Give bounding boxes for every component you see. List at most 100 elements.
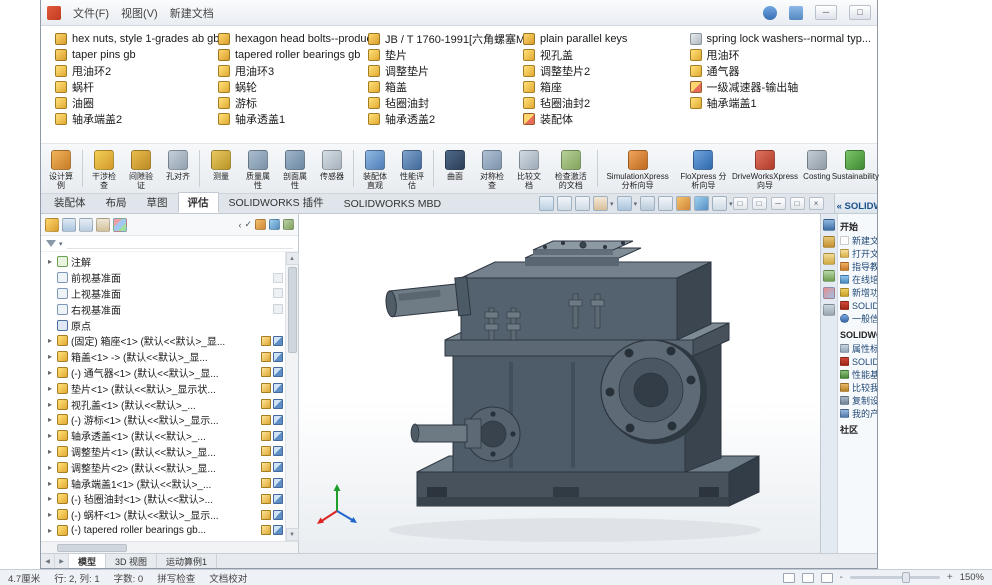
tutorials-link[interactable]: 指导教程 (840, 260, 877, 273)
sensor-button[interactable]: 传感器 (314, 146, 350, 191)
display-state-icon[interactable] (261, 336, 271, 346)
copy-settings-wizard-link[interactable]: 复制设置向导 (840, 394, 877, 407)
scroll-down-button[interactable]: ▼ (286, 528, 299, 541)
previous-view-icon[interactable] (575, 196, 590, 211)
recent-file-item[interactable]: JB / T 1760-1991[六角螺塞M10×1... (368, 31, 523, 47)
recent-file-item[interactable]: 一级减速器-输出轴 (690, 79, 871, 95)
property-tab-builder-link[interactable]: 属性标签编制程序 (840, 342, 877, 355)
display-state-icon[interactable] (261, 494, 271, 504)
online-training-link[interactable]: 在线培训 (840, 273, 877, 286)
tree-item-right-plane[interactable]: 右视基准面 (41, 301, 285, 317)
proofing-status[interactable]: 文档校对 (209, 571, 247, 585)
tree-horizontal-scrollbar[interactable] (41, 541, 298, 553)
measure-button[interactable]: 测量 (203, 146, 239, 191)
options-icon[interactable] (789, 6, 803, 20)
view-orientation-icon[interactable] (617, 196, 632, 211)
appearance-state-icon[interactable] (273, 399, 283, 409)
graphics-viewport[interactable] (299, 214, 820, 553)
custom-properties-tab-icon[interactable] (823, 304, 835, 316)
recent-file-item[interactable]: 轴承透盖2 (368, 111, 523, 127)
introducing-solidworks-link[interactable]: SOLIDWORKS 使用介绍 (840, 299, 877, 312)
interference-detection-button[interactable]: 干涉检查 (86, 146, 122, 191)
display-state-icon[interactable] (273, 304, 283, 314)
check-active-document-button[interactable]: 检查激活的文档 (548, 146, 594, 191)
tree-item-front-plane[interactable]: 前视基准面 (41, 270, 285, 286)
recent-file-item[interactable]: hexagon head bolts--product gr... (218, 31, 368, 47)
menu-view[interactable]: 视图(V) (121, 5, 158, 21)
window-maximize-button[interactable]: □ (849, 5, 871, 20)
line-column-indicator[interactable]: 行: 2, 列: 1 (54, 571, 99, 585)
recent-file-item[interactable]: 垫片 (368, 47, 523, 63)
filter-caret-icon[interactable]: ▾ (59, 240, 63, 248)
recent-file-item[interactable]: spring lock washers--normal typ... (690, 31, 871, 47)
display-state-icon[interactable] (261, 431, 271, 441)
tree-item-component[interactable]: ▸箱盖<1> -> (默认<<默认>_显... (41, 349, 285, 365)
scene-mini-icon[interactable] (269, 219, 280, 230)
open-document-link[interactable]: 打开文档 (840, 247, 877, 260)
recent-file-item[interactable]: 油圈 (55, 95, 218, 111)
recent-file-item[interactable]: 甩油环3 (218, 63, 368, 79)
zoom-area-icon[interactable] (557, 196, 572, 211)
3d-views-tab[interactable]: 3D 视图 (106, 554, 157, 568)
tree-item-origin[interactable]: 原点 (41, 317, 285, 333)
recent-file-item[interactable]: 轴承端盖1 (690, 95, 871, 111)
display-state-icon[interactable] (261, 478, 271, 488)
appearance-state-icon[interactable] (273, 383, 283, 393)
performance-benchmark-link[interactable]: 性能基准测试 (840, 368, 877, 381)
zoom-slider[interactable] (850, 576, 940, 579)
display-state-icon[interactable] (261, 383, 271, 393)
display-state-icon[interactable] (261, 352, 271, 362)
zoom-fit-icon[interactable] (539, 196, 554, 211)
resources-tab-icon[interactable] (823, 219, 835, 231)
tree-item-component[interactable]: ▸调整垫片<1> (默认<<默认>_显... (41, 444, 285, 460)
propertymanager-tab-icon[interactable] (79, 218, 93, 232)
expand-icon[interactable]: ▸ (46, 526, 54, 535)
recent-file-item[interactable]: 箱座 (523, 79, 690, 95)
recent-file-item[interactable]: 蜗杆 (55, 79, 218, 95)
expand-icon[interactable]: ▸ (46, 431, 54, 440)
appearance-state-icon[interactable] (273, 494, 283, 504)
solidworks-content-link[interactable]: SOLIDWORKS 内容 (840, 355, 877, 368)
display-pane-toggle-icon[interactable] (283, 219, 294, 230)
appearance-state-icon[interactable] (273, 336, 283, 346)
filter-funnel-icon[interactable] (46, 240, 56, 247)
expand-icon[interactable]: ▸ (46, 494, 54, 503)
menu-new-document[interactable]: 新建文档 (170, 5, 214, 21)
collapse-panel-icon[interactable]: ‹ (238, 220, 241, 230)
doc-cascade-button[interactable]: □ (752, 197, 767, 210)
whats-new-link[interactable]: 新增功能 (840, 286, 877, 299)
recent-file-item[interactable]: taper pins gb (55, 47, 218, 63)
tree-item-component[interactable]: ▸(-) 通气器<1> (默认<<默认>_显... (41, 365, 285, 381)
expand-icon[interactable]: ▸ (46, 368, 54, 377)
configurationmanager-tab-icon[interactable] (96, 218, 110, 232)
word-count[interactable]: 字数: 0 (114, 571, 144, 585)
scroll-up-button[interactable]: ▲ (286, 252, 299, 265)
tree-item-component[interactable]: ▸轴承端盖1<1> (默认<<默认>_... (41, 475, 285, 491)
display-style-icon[interactable] (640, 196, 655, 211)
design-library-tab-icon[interactable] (823, 236, 835, 248)
edit-appearance-icon[interactable] (676, 196, 691, 211)
doc-minimize-button[interactable]: ─ (771, 197, 786, 210)
tree-item-component[interactable]: ▸(-) 游标<1> (默认<<默认>_显示... (41, 412, 285, 428)
menu-file[interactable]: 文件(F) (73, 5, 109, 21)
featuremanager-tab-icon[interactable] (62, 218, 76, 232)
symmetry-check-button[interactable]: 对称检查 (474, 146, 510, 191)
display-state-icon[interactable] (261, 367, 271, 377)
model-tab[interactable]: 模型 (69, 554, 106, 568)
tab-evaluate[interactable]: 评估 (178, 192, 219, 213)
tree-item-component[interactable]: ▸(固定) 箱座<1> (默认<<默认>_显... (41, 333, 285, 349)
apply-scene-icon[interactable] (694, 196, 709, 211)
appearance-state-icon[interactable] (273, 367, 283, 377)
expand-icon[interactable]: ▸ (46, 400, 54, 409)
appearance-state-icon[interactable] (273, 446, 283, 456)
driveworksxpress-button[interactable]: DriveWorksXpress 向导 (732, 146, 798, 191)
recent-file-item[interactable]: 装配体 (523, 111, 690, 127)
recent-file-item[interactable]: 轴承透盖1 (218, 111, 368, 127)
recent-file-item[interactable]: 调整垫片 (368, 63, 523, 79)
display-state-icon[interactable] (273, 288, 283, 298)
appearance-state-icon[interactable] (273, 415, 283, 425)
dropdown-caret-icon[interactable]: ▾ (634, 200, 638, 208)
new-document-link[interactable]: 新建文档 (840, 234, 877, 247)
expand-icon[interactable]: ▸ (46, 415, 54, 424)
recent-file-item[interactable]: hex nuts, style 1-grades ab gb (55, 31, 218, 47)
